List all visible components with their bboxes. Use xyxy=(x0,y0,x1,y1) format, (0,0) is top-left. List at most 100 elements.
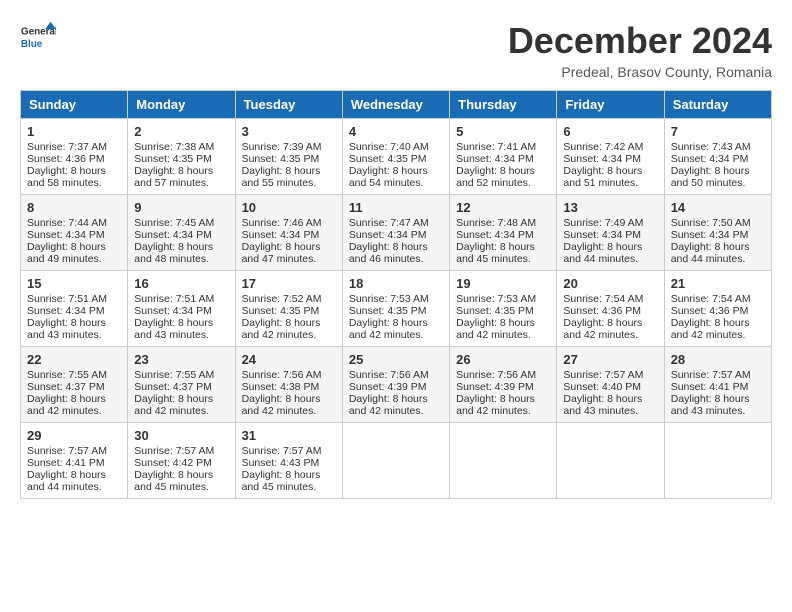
sunset-text: Sunset: 4:34 PM xyxy=(134,229,212,241)
daylight-text: Daylight: 8 hours and 54 minutes. xyxy=(349,165,428,189)
day-number: 28 xyxy=(671,352,765,367)
day-number: 2 xyxy=(134,124,228,139)
sunset-text: Sunset: 4:34 PM xyxy=(134,305,212,317)
day-number: 29 xyxy=(27,428,121,443)
sunset-text: Sunset: 4:37 PM xyxy=(134,381,212,393)
sunrise-text: Sunrise: 7:48 AM xyxy=(456,217,536,229)
day-number: 7 xyxy=(671,124,765,139)
sunrise-text: Sunrise: 7:39 AM xyxy=(242,141,322,153)
calendar-cell xyxy=(342,423,449,499)
day-header-friday: Friday xyxy=(557,91,664,119)
calendar-cell: 24 Sunrise: 7:56 AM Sunset: 4:38 PM Dayl… xyxy=(235,347,342,423)
daylight-text: Daylight: 8 hours and 42 minutes. xyxy=(27,393,106,417)
daylight-text: Daylight: 8 hours and 49 minutes. xyxy=(27,241,106,265)
daylight-text: Daylight: 8 hours and 44 minutes. xyxy=(563,241,642,265)
calendar-cell: 13 Sunrise: 7:49 AM Sunset: 4:34 PM Dayl… xyxy=(557,195,664,271)
daylight-text: Daylight: 8 hours and 42 minutes. xyxy=(242,317,321,341)
calendar-cell: 20 Sunrise: 7:54 AM Sunset: 4:36 PM Dayl… xyxy=(557,271,664,347)
day-number: 9 xyxy=(134,200,228,215)
daylight-text: Daylight: 8 hours and 45 minutes. xyxy=(456,241,535,265)
calendar-cell: 1 Sunrise: 7:37 AM Sunset: 4:36 PM Dayli… xyxy=(21,119,128,195)
daylight-text: Daylight: 8 hours and 52 minutes. xyxy=(456,165,535,189)
calendar-cell: 31 Sunrise: 7:57 AM Sunset: 4:43 PM Dayl… xyxy=(235,423,342,499)
sunrise-text: Sunrise: 7:51 AM xyxy=(134,293,214,305)
daylight-text: Daylight: 8 hours and 42 minutes. xyxy=(349,317,428,341)
sunrise-text: Sunrise: 7:57 AM xyxy=(671,369,751,381)
calendar-cell: 14 Sunrise: 7:50 AM Sunset: 4:34 PM Dayl… xyxy=(664,195,771,271)
calendar-cell: 11 Sunrise: 7:47 AM Sunset: 4:34 PM Dayl… xyxy=(342,195,449,271)
sunset-text: Sunset: 4:34 PM xyxy=(349,229,427,241)
sunrise-text: Sunrise: 7:53 AM xyxy=(456,293,536,305)
daylight-text: Daylight: 8 hours and 51 minutes. xyxy=(563,165,642,189)
calendar-cell: 29 Sunrise: 7:57 AM Sunset: 4:41 PM Dayl… xyxy=(21,423,128,499)
sunrise-text: Sunrise: 7:57 AM xyxy=(242,445,322,457)
sunrise-text: Sunrise: 7:57 AM xyxy=(134,445,214,457)
day-number: 1 xyxy=(27,124,121,139)
calendar-cell xyxy=(664,423,771,499)
daylight-text: Daylight: 8 hours and 50 minutes. xyxy=(671,165,750,189)
sunset-text: Sunset: 4:40 PM xyxy=(563,381,641,393)
sunset-text: Sunset: 4:34 PM xyxy=(242,229,320,241)
sunset-text: Sunset: 4:37 PM xyxy=(27,381,105,393)
logo: General Blue xyxy=(20,20,56,56)
daylight-text: Daylight: 8 hours and 44 minutes. xyxy=(27,469,106,493)
sunset-text: Sunset: 4:35 PM xyxy=(456,305,534,317)
calendar-cell: 16 Sunrise: 7:51 AM Sunset: 4:34 PM Dayl… xyxy=(128,271,235,347)
sunset-text: Sunset: 4:34 PM xyxy=(671,153,749,165)
sunset-text: Sunset: 4:35 PM xyxy=(349,305,427,317)
sunset-text: Sunset: 4:38 PM xyxy=(242,381,320,393)
calendar-cell: 25 Sunrise: 7:56 AM Sunset: 4:39 PM Dayl… xyxy=(342,347,449,423)
calendar-cell: 30 Sunrise: 7:57 AM Sunset: 4:42 PM Dayl… xyxy=(128,423,235,499)
sunrise-text: Sunrise: 7:55 AM xyxy=(27,369,107,381)
sunrise-text: Sunrise: 7:52 AM xyxy=(242,293,322,305)
day-number: 12 xyxy=(456,200,550,215)
sunrise-text: Sunrise: 7:43 AM xyxy=(671,141,751,153)
day-number: 27 xyxy=(563,352,657,367)
day-number: 31 xyxy=(242,428,336,443)
svg-text:Blue: Blue xyxy=(21,39,43,50)
calendar-cell: 22 Sunrise: 7:55 AM Sunset: 4:37 PM Dayl… xyxy=(21,347,128,423)
calendar-cell: 19 Sunrise: 7:53 AM Sunset: 4:35 PM Dayl… xyxy=(450,271,557,347)
day-number: 23 xyxy=(134,352,228,367)
daylight-text: Daylight: 8 hours and 42 minutes. xyxy=(456,317,535,341)
calendar-cell: 7 Sunrise: 7:43 AM Sunset: 4:34 PM Dayli… xyxy=(664,119,771,195)
calendar-cell: 8 Sunrise: 7:44 AM Sunset: 4:34 PM Dayli… xyxy=(21,195,128,271)
sunset-text: Sunset: 4:41 PM xyxy=(671,381,749,393)
day-number: 11 xyxy=(349,200,443,215)
page-header: General Blue December 2024 Predeal, Bras… xyxy=(20,20,772,80)
day-number: 15 xyxy=(27,276,121,291)
daylight-text: Daylight: 8 hours and 55 minutes. xyxy=(242,165,321,189)
daylight-text: Daylight: 8 hours and 45 minutes. xyxy=(134,469,213,493)
day-number: 4 xyxy=(349,124,443,139)
calendar-cell: 15 Sunrise: 7:51 AM Sunset: 4:34 PM Dayl… xyxy=(21,271,128,347)
day-number: 5 xyxy=(456,124,550,139)
day-header-wednesday: Wednesday xyxy=(342,91,449,119)
sunset-text: Sunset: 4:34 PM xyxy=(27,305,105,317)
daylight-text: Daylight: 8 hours and 42 minutes. xyxy=(671,317,750,341)
day-header-tuesday: Tuesday xyxy=(235,91,342,119)
sunset-text: Sunset: 4:42 PM xyxy=(134,457,212,469)
sunrise-text: Sunrise: 7:40 AM xyxy=(349,141,429,153)
sunset-text: Sunset: 4:36 PM xyxy=(671,305,749,317)
sunrise-text: Sunrise: 7:37 AM xyxy=(27,141,107,153)
title-block: December 2024 Predeal, Brasov County, Ro… xyxy=(508,20,772,80)
sunset-text: Sunset: 4:34 PM xyxy=(456,229,534,241)
day-number: 18 xyxy=(349,276,443,291)
daylight-text: Daylight: 8 hours and 47 minutes. xyxy=(242,241,321,265)
sunrise-text: Sunrise: 7:41 AM xyxy=(456,141,536,153)
calendar-cell: 2 Sunrise: 7:38 AM Sunset: 4:35 PM Dayli… xyxy=(128,119,235,195)
daylight-text: Daylight: 8 hours and 43 minutes. xyxy=(134,317,213,341)
sunset-text: Sunset: 4:34 PM xyxy=(27,229,105,241)
sunrise-text: Sunrise: 7:57 AM xyxy=(27,445,107,457)
day-number: 22 xyxy=(27,352,121,367)
calendar-cell: 28 Sunrise: 7:57 AM Sunset: 4:41 PM Dayl… xyxy=(664,347,771,423)
daylight-text: Daylight: 8 hours and 42 minutes. xyxy=(242,393,321,417)
calendar-cell xyxy=(557,423,664,499)
calendar-table: SundayMondayTuesdayWednesdayThursdayFrid… xyxy=(20,90,772,499)
sunrise-text: Sunrise: 7:51 AM xyxy=(27,293,107,305)
day-header-sunday: Sunday xyxy=(21,91,128,119)
day-number: 8 xyxy=(27,200,121,215)
daylight-text: Daylight: 8 hours and 43 minutes. xyxy=(563,393,642,417)
day-number: 24 xyxy=(242,352,336,367)
daylight-text: Daylight: 8 hours and 48 minutes. xyxy=(134,241,213,265)
